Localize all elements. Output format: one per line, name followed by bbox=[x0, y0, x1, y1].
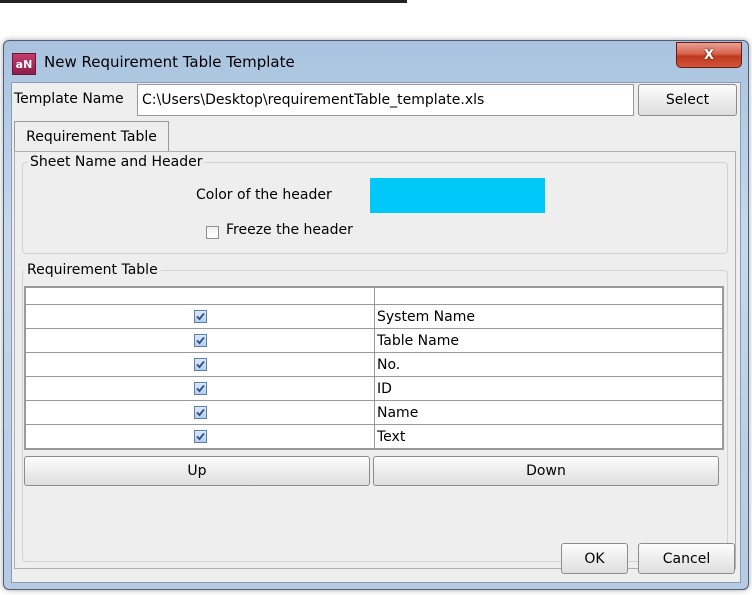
checkmark-icon bbox=[195, 312, 205, 321]
dialog-body: Template Name C:\Users\Desktop\requireme… bbox=[11, 82, 741, 583]
row-checkbox[interactable] bbox=[193, 430, 207, 443]
row-checkbox-cell bbox=[25, 424, 375, 449]
table-row[interactable]: Text bbox=[25, 424, 723, 449]
ok-button[interactable]: OK bbox=[561, 543, 628, 574]
row-name-cell[interactable]: Table Name bbox=[374, 328, 723, 353]
table-header-row bbox=[25, 287, 723, 305]
requirement-table-group-title: Requirement Table bbox=[24, 262, 161, 278]
header-color-label: Color of the header bbox=[196, 187, 332, 203]
sheet-header-group-title: Sheet Name and Header bbox=[27, 154, 206, 170]
row-name-cell[interactable]: System Name bbox=[374, 304, 723, 329]
row-checkbox-cell bbox=[25, 328, 375, 353]
cancel-button[interactable]: Cancel bbox=[638, 543, 735, 574]
table-row[interactable]: Name bbox=[25, 400, 723, 425]
row-checkbox[interactable] bbox=[193, 358, 207, 371]
row-checkbox-cell bbox=[25, 400, 375, 425]
header-color-swatch[interactable] bbox=[370, 178, 545, 213]
table-row[interactable]: System Name bbox=[25, 304, 723, 329]
row-checkbox-cell bbox=[25, 352, 375, 377]
row-name-cell[interactable]: No. bbox=[374, 352, 723, 377]
table-row[interactable]: ID bbox=[25, 376, 723, 401]
requirement-table: System Name Table Name No. ID Name Text bbox=[24, 286, 724, 450]
close-button[interactable]: X bbox=[676, 42, 742, 68]
checkmark-icon bbox=[195, 408, 205, 417]
requirement-table-grid: System Name Table Name No. ID Name Text bbox=[25, 287, 723, 449]
freeze-header-label: Freeze the header bbox=[226, 222, 353, 238]
row-checkbox[interactable] bbox=[193, 310, 207, 323]
row-checkbox[interactable] bbox=[193, 382, 207, 395]
table-row[interactable]: No. bbox=[25, 352, 723, 377]
tab-panel: Sheet Name and Header Color of the heade… bbox=[14, 151, 736, 569]
down-button[interactable]: Down bbox=[373, 456, 719, 486]
dialog-window: aN New Requirement Table Template X Temp… bbox=[3, 40, 749, 590]
window-title: New Requirement Table Template bbox=[44, 53, 295, 71]
top-rule bbox=[0, 0, 407, 3]
row-checkbox[interactable] bbox=[193, 334, 207, 347]
freeze-header-checkbox[interactable] bbox=[206, 226, 219, 239]
table-row[interactable]: Table Name bbox=[25, 328, 723, 353]
template-path-field[interactable]: C:\Users\Desktop\requirementTable_templa… bbox=[137, 84, 634, 116]
app-icon: aN bbox=[12, 53, 36, 75]
title-bar[interactable]: aN New Requirement Table Template X bbox=[4, 41, 748, 81]
row-name-cell[interactable]: Name bbox=[374, 400, 723, 425]
checkmark-icon bbox=[195, 360, 205, 369]
table-header-cell[interactable] bbox=[25, 287, 375, 305]
row-checkbox-cell bbox=[25, 304, 375, 329]
close-icon: X bbox=[703, 47, 715, 63]
select-button[interactable]: Select bbox=[638, 84, 737, 116]
row-checkbox-cell bbox=[25, 376, 375, 401]
checkmark-icon bbox=[195, 384, 205, 393]
table-header-cell[interactable] bbox=[374, 287, 723, 305]
tab-requirement-table[interactable]: Requirement Table bbox=[14, 121, 169, 152]
checkmark-icon bbox=[195, 336, 205, 345]
template-name-label: Template Name bbox=[14, 91, 124, 107]
row-name-cell[interactable]: Text bbox=[374, 424, 723, 449]
row-checkbox[interactable] bbox=[193, 406, 207, 419]
checkmark-icon bbox=[195, 432, 205, 441]
row-name-cell[interactable]: ID bbox=[374, 376, 723, 401]
up-button[interactable]: Up bbox=[24, 456, 370, 486]
